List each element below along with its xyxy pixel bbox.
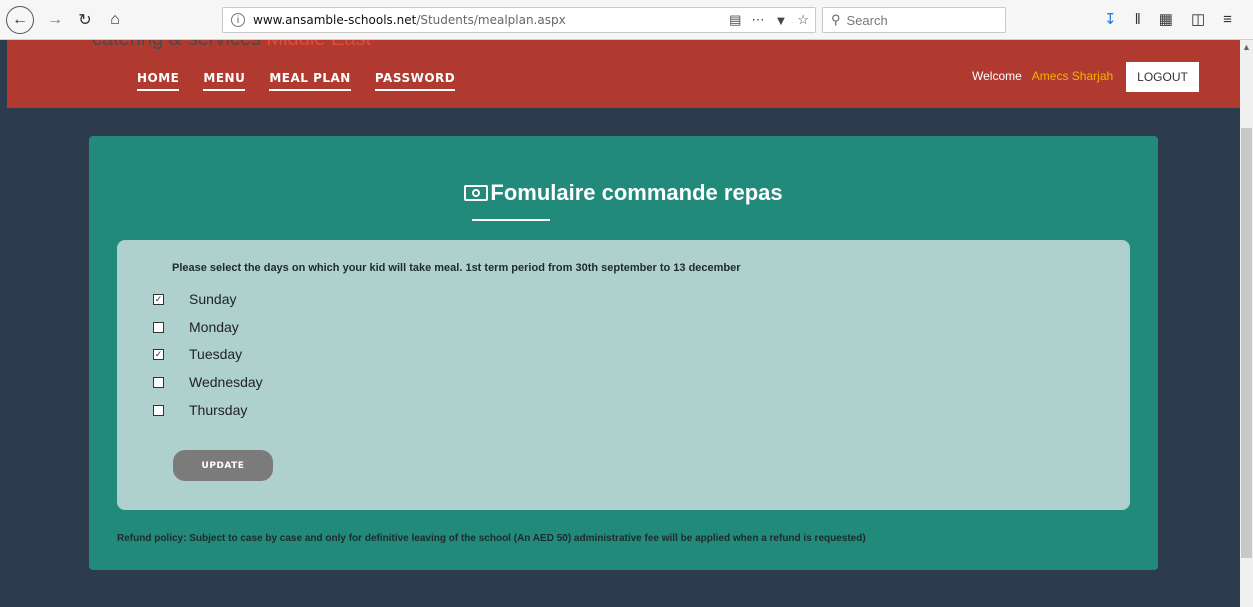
brand-text-accent: Middle East	[267, 40, 372, 50]
logout-button[interactable]: LOGOUT	[1126, 62, 1199, 92]
nav-home[interactable]: HOME	[137, 71, 180, 91]
address-bar[interactable]: i www.ansamble-schools.net/Students/meal…	[222, 7, 816, 33]
url-text: www.ansamble-schools.net/Students/mealpl…	[253, 13, 566, 27]
back-arrow-icon[interactable]: ←	[6, 6, 34, 34]
day-checkbox[interactable]: ✓	[153, 293, 164, 305]
info-icon[interactable]: i	[231, 13, 245, 27]
search-icon: ⚲	[831, 12, 841, 27]
main-nav: HOME MENU MEAL PLAN PASSWORD	[137, 71, 456, 91]
meal-day-form: Please select the days on which your kid…	[117, 240, 1130, 510]
day-checkbox[interactable]	[153, 404, 164, 416]
day-option-monday[interactable]: Monday	[153, 319, 239, 335]
site-header: catering & services Middle East HOME MEN…	[7, 40, 1240, 108]
library-icon[interactable]: ‖	[1135, 11, 1141, 28]
more-actions-icon[interactable]: ⋯	[751, 12, 764, 28]
welcome-message: Welcome Amecs Sharjah	[972, 69, 1113, 83]
day-checkbox[interactable]: ✓	[153, 348, 164, 360]
url-host: www.ansamble-schools.net	[253, 13, 417, 27]
scrollbar-thumb[interactable]	[1241, 128, 1252, 558]
search-placeholder: Search	[846, 12, 888, 28]
sidebar-icon[interactable]: ◫	[1191, 10, 1205, 28]
update-button[interactable]: UPDATE	[173, 450, 273, 481]
day-label: Tuesday	[189, 346, 243, 362]
brand-logo[interactable]: catering & services Middle East	[92, 40, 371, 51]
day-option-wednesday[interactable]: Wednesday	[153, 374, 263, 390]
day-label: Wednesday	[189, 374, 263, 390]
money-icon	[464, 185, 489, 201]
user-name: Amecs Sharjah	[1031, 69, 1114, 83]
day-option-tuesday[interactable]: ✓ Tuesday	[153, 346, 242, 362]
title-underline	[472, 219, 550, 221]
reload-icon[interactable]: ↻	[74, 8, 96, 32]
nav-password[interactable]: PASSWORD	[374, 71, 456, 91]
meal-plan-panel: Fomulaire commande repas Please select t…	[89, 136, 1158, 570]
menu-icon[interactable]: ≡	[1223, 11, 1232, 28]
day-option-thursday[interactable]: Thursday	[153, 402, 247, 418]
day-label: Monday	[189, 319, 239, 335]
url-path: /Students/mealplan.aspx	[416, 13, 566, 27]
brand-text: catering & services	[92, 40, 267, 50]
day-option-sunday[interactable]: ✓ Sunday	[153, 291, 236, 307]
instructions-text: Please select the days on which your kid…	[172, 262, 741, 274]
scroll-up-icon[interactable]: ▲	[1240, 42, 1253, 56]
pocket-icon[interactable]: ▼	[774, 13, 787, 28]
reader-view-icon[interactable]: ▤	[729, 12, 741, 28]
refund-policy-text: Refund policy: Subject to case by case a…	[117, 533, 866, 544]
forward-arrow-icon[interactable]: →	[44, 8, 66, 32]
browser-toolbar: ← → ↻ ⌂ i www.ansamble-schools.net/Stude…	[0, 0, 1253, 40]
download-icon[interactable]: ↧	[1104, 10, 1117, 28]
day-label: Thursday	[189, 402, 248, 418]
day-label: Sunday	[189, 291, 237, 307]
nav-menu[interactable]: MENU	[203, 71, 246, 91]
home-icon[interactable]: ⌂	[104, 8, 126, 32]
welcome-label: Welcome	[972, 69, 1022, 83]
page-title-text: Fomulaire commande repas	[490, 180, 783, 205]
browser-search-input[interactable]: ⚲ Search	[822, 7, 1006, 33]
page-scrollbar[interactable]: ▲	[1240, 40, 1253, 607]
page-title: Fomulaire commande repas	[89, 180, 1158, 206]
bookmark-star-icon[interactable]: ☆	[797, 12, 809, 28]
day-checkbox[interactable]	[153, 321, 164, 333]
nav-meal-plan[interactable]: MEAL PLAN	[269, 71, 351, 91]
sync-icon[interactable]: ▦	[1159, 10, 1173, 28]
day-checkbox[interactable]	[153, 376, 164, 388]
